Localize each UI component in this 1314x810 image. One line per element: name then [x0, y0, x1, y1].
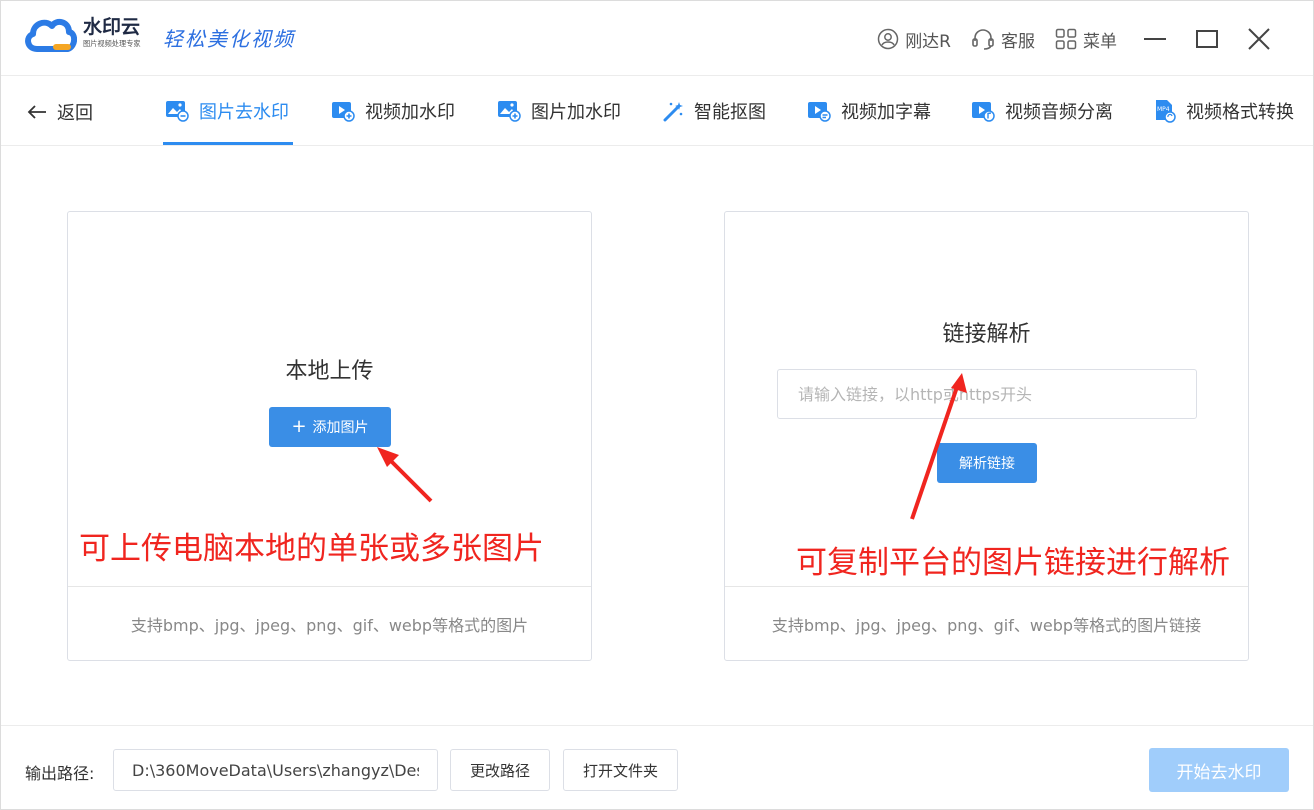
open-folder-button[interactable]: 打开文件夹	[563, 749, 678, 791]
start-remove-watermark-button[interactable]: 开始去水印	[1149, 748, 1289, 792]
output-bar: 输出路径: 更改路径 打开文件夹 开始去水印	[1, 725, 1313, 810]
output-path-field[interactable]	[113, 749, 438, 791]
app-window: 水印云 图片视频处理专家 轻松美化视频 刚达R 客服 菜单 返回 图片去水印 视…	[0, 0, 1314, 810]
annotation-arrow-left	[377, 447, 433, 503]
output-path-label: 输出路径:	[25, 764, 95, 783]
annotation-link-hint: 可复制平台的图片链接进行解析	[796, 545, 1230, 581]
annotation-upload-hint: 可上传电脑本地的单张或多张图片	[79, 531, 544, 567]
annotation-arrows	[377, 373, 967, 520]
change-path-button[interactable]: 更改路径	[450, 749, 550, 791]
annotation-arrow-right	[910, 373, 967, 520]
